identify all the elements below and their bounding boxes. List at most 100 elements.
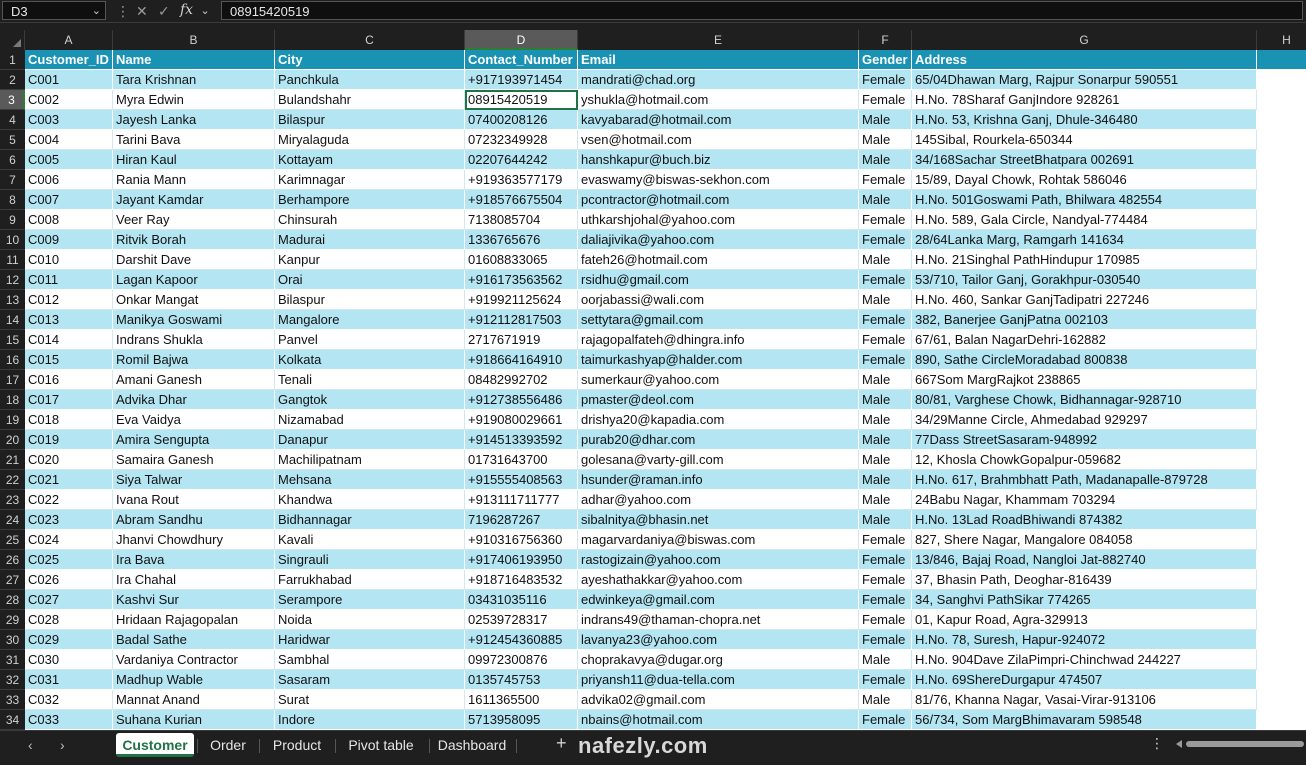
cell[interactable]: Female bbox=[859, 590, 912, 610]
cell[interactable]: Ritvik Borah bbox=[113, 230, 275, 250]
cell[interactable]: +919080029661 bbox=[465, 410, 578, 430]
scroll-left-icon[interactable]: ‹ bbox=[28, 737, 33, 753]
cell[interactable] bbox=[1257, 350, 1306, 370]
cell[interactable]: Female bbox=[859, 530, 912, 550]
cell[interactable]: C024 bbox=[25, 530, 113, 550]
header-cell[interactable]: Contact_Number bbox=[465, 50, 578, 70]
cell[interactable] bbox=[1257, 370, 1306, 390]
cell[interactable]: pcontractor@hotmail.com bbox=[578, 190, 859, 210]
cell[interactable]: Surat bbox=[275, 690, 465, 710]
cell[interactable] bbox=[1257, 570, 1306, 590]
cell[interactable]: +918716483532 bbox=[465, 570, 578, 590]
row-header[interactable]: 14 bbox=[0, 310, 25, 330]
cell[interactable]: Hiran Kaul bbox=[113, 150, 275, 170]
cell[interactable]: Male bbox=[859, 470, 912, 490]
cell[interactable]: pmaster@deol.com bbox=[578, 390, 859, 410]
row-header[interactable]: 2 bbox=[0, 70, 25, 90]
cell[interactable]: vsen@hotmail.com bbox=[578, 130, 859, 150]
row-header[interactable]: 34 bbox=[0, 710, 25, 730]
row-header[interactable]: 6 bbox=[0, 150, 25, 170]
cell[interactable]: 03431035116 bbox=[465, 590, 578, 610]
cell[interactable] bbox=[1257, 130, 1306, 150]
cell[interactable]: Kottayam bbox=[275, 150, 465, 170]
cell[interactable]: +914513393592 bbox=[465, 430, 578, 450]
cell[interactable]: Farrukhabad bbox=[275, 570, 465, 590]
cell[interactable]: yshukla@hotmail.com bbox=[578, 90, 859, 110]
cell[interactable]: edwinkeya@gmail.com bbox=[578, 590, 859, 610]
cell[interactable]: C016 bbox=[25, 370, 113, 390]
row-header[interactable]: 32 bbox=[0, 670, 25, 690]
cell[interactable] bbox=[1257, 290, 1306, 310]
cell[interactable]: 34/168Sachar StreetBhatpara 002691 bbox=[912, 150, 1257, 170]
cell[interactable]: 2717671919 bbox=[465, 330, 578, 350]
scrollbar-thumb[interactable] bbox=[1186, 741, 1304, 747]
cell[interactable]: C025 bbox=[25, 550, 113, 570]
cell[interactable]: 145Sibal, Rourkela-650344 bbox=[912, 130, 1257, 150]
row-header[interactable]: 26 bbox=[0, 550, 25, 570]
cell[interactable]: magarvardaniya@biswas.com bbox=[578, 530, 859, 550]
cell[interactable]: Female bbox=[859, 350, 912, 370]
cell[interactable]: H.No. 501Goswami Path, Bhilwara 482554 bbox=[912, 190, 1257, 210]
cell[interactable]: 0135745753 bbox=[465, 670, 578, 690]
cell[interactable]: 667Som MargRajkot 238865 bbox=[912, 370, 1257, 390]
cell[interactable]: Romil Bajwa bbox=[113, 350, 275, 370]
cell[interactable]: C012 bbox=[25, 290, 113, 310]
cell[interactable]: 34/29Manne Circle, Ahmedabad 929297 bbox=[912, 410, 1257, 430]
cell[interactable]: Female bbox=[859, 330, 912, 350]
cell[interactable]: +912738556486 bbox=[465, 390, 578, 410]
cell[interactable]: C033 bbox=[25, 710, 113, 730]
cell[interactable]: C022 bbox=[25, 490, 113, 510]
cell[interactable] bbox=[1257, 510, 1306, 530]
cell[interactable]: Jayant Kamdar bbox=[113, 190, 275, 210]
cell[interactable]: 890, Sathe CircleMoradabad 800838 bbox=[912, 350, 1257, 370]
cell[interactable]: 01, Kapur Road, Agra-329913 bbox=[912, 610, 1257, 630]
cell[interactable]: C023 bbox=[25, 510, 113, 530]
cell[interactable]: C027 bbox=[25, 590, 113, 610]
cell[interactable]: Bilaspur bbox=[275, 110, 465, 130]
cell[interactable]: Nizamabad bbox=[275, 410, 465, 430]
cell[interactable] bbox=[1257, 310, 1306, 330]
cell[interactable]: 53/710, Tailor Ganj, Gorakhpur-030540 bbox=[912, 270, 1257, 290]
cell[interactable]: Panchkula bbox=[275, 70, 465, 90]
row-header[interactable]: 31 bbox=[0, 650, 25, 670]
cell[interactable]: Veer Ray bbox=[113, 210, 275, 230]
cell[interactable]: H.No. 589, Gala Circle, Nandyal-774484 bbox=[912, 210, 1257, 230]
cell[interactable]: +913111711777 bbox=[465, 490, 578, 510]
cell[interactable]: advika02@gmail.com bbox=[578, 690, 859, 710]
cell[interactable]: 02539728317 bbox=[465, 610, 578, 630]
header-cell[interactable]: Email bbox=[578, 50, 859, 70]
cell[interactable]: fateh26@hotmail.com bbox=[578, 250, 859, 270]
cell-area[interactable]: Customer_ID Name City Contact_Number Email Ge… bbox=[25, 50, 1306, 730]
cell[interactable]: kavyabarad@hotmail.com bbox=[578, 110, 859, 130]
formula-input[interactable]: 08915420519 bbox=[221, 1, 1303, 20]
cell[interactable]: C020 bbox=[25, 450, 113, 470]
cell[interactable]: oorjabassi@wali.com bbox=[578, 290, 859, 310]
cell[interactable]: Female bbox=[859, 210, 912, 230]
cell[interactable]: Female bbox=[859, 610, 912, 630]
cell[interactable]: Kanpur bbox=[275, 250, 465, 270]
cell[interactable]: C032 bbox=[25, 690, 113, 710]
cell[interactable]: Female bbox=[859, 270, 912, 290]
cell[interactable]: C008 bbox=[25, 210, 113, 230]
cell[interactable]: Singrauli bbox=[275, 550, 465, 570]
cell[interactable]: H.No. 904Dave ZilaPimpri-Chinchwad 24422… bbox=[912, 650, 1257, 670]
cell[interactable]: Jayesh Lanka bbox=[113, 110, 275, 130]
cell[interactable] bbox=[1257, 610, 1306, 630]
cell[interactable]: C009 bbox=[25, 230, 113, 250]
cell[interactable]: rajagopalfateh@dhingra.info bbox=[578, 330, 859, 350]
cell[interactable]: Mangalore bbox=[275, 310, 465, 330]
cell[interactable]: Abram Sandhu bbox=[113, 510, 275, 530]
row-header[interactable]: 5 bbox=[0, 130, 25, 150]
cell[interactable]: H.No. 460, Sankar GanjTadipatri 227246 bbox=[912, 290, 1257, 310]
row-header[interactable]: 20 bbox=[0, 430, 25, 450]
cell[interactable]: Male bbox=[859, 370, 912, 390]
cell[interactable]: 5713958095 bbox=[465, 710, 578, 730]
cell[interactable]: Amira Sengupta bbox=[113, 430, 275, 450]
scroll-right-icon[interactable]: › bbox=[60, 737, 65, 753]
sheet-tab-product[interactable]: Product bbox=[262, 733, 332, 757]
cell[interactable]: Khandwa bbox=[275, 490, 465, 510]
cell[interactable]: Machilipatnam bbox=[275, 450, 465, 470]
horizontal-scrollbar[interactable] bbox=[1176, 740, 1304, 748]
cell[interactable]: Tarini Bava bbox=[113, 130, 275, 150]
cell[interactable]: C003 bbox=[25, 110, 113, 130]
